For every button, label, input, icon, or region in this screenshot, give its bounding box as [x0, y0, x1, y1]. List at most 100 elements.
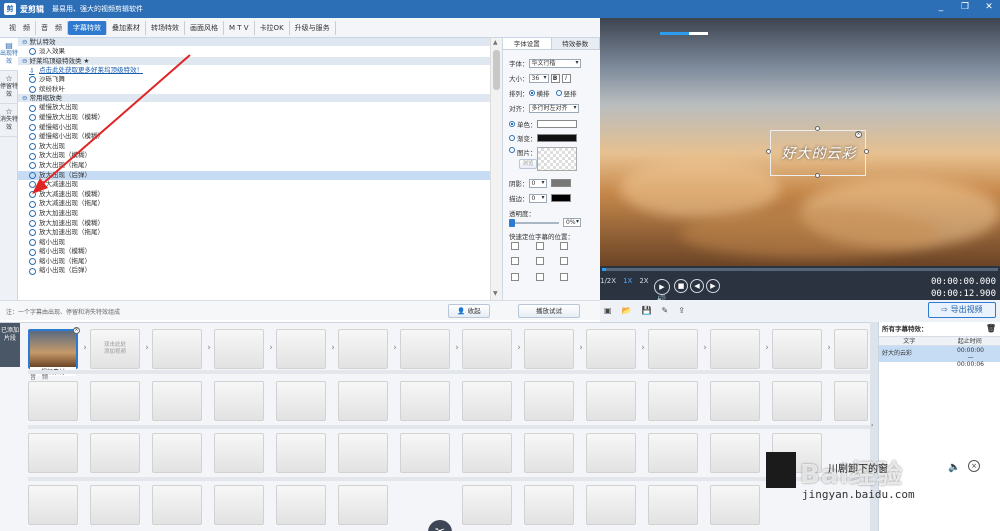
list-item[interactable]: 沙砾飞舞 [18, 75, 502, 85]
border-color[interactable] [550, 194, 571, 202]
list-item[interactable]: 缩小出现（模糊） [18, 247, 502, 257]
empty-clip-slot[interactable] [462, 433, 512, 473]
empty-clip-slot[interactable] [586, 329, 636, 369]
empty-clip-slot[interactable] [462, 485, 512, 525]
list-item[interactable]: 缓慢放大出现 [18, 103, 502, 113]
panel-collapse-strip[interactable]: › [870, 322, 878, 531]
list-item[interactable]: 放大出现（模糊） [18, 151, 502, 161]
speaker-icon[interactable]: 🔈 [948, 462, 960, 473]
empty-clip-slot[interactable] [276, 329, 326, 369]
empty-clip-slot[interactable] [648, 329, 698, 369]
empty-clip-slot[interactable] [338, 381, 388, 421]
empty-clip-slot[interactable] [90, 433, 140, 473]
empty-clip-slot[interactable] [648, 433, 698, 473]
empty-clip-slot[interactable] [338, 485, 388, 525]
pos-top-left[interactable] [511, 242, 519, 250]
tab-video[interactable]: 视 频 [4, 20, 36, 35]
added-clips-tab[interactable]: 已添加片段 [0, 323, 20, 367]
empty-clip-slot[interactable] [772, 329, 822, 369]
size-select[interactable]: 36 [528, 73, 549, 83]
empty-clip-slot[interactable] [28, 433, 78, 473]
screenshot-icon[interactable]: ▣ [604, 306, 612, 320]
empty-clip-slot[interactable] [772, 381, 822, 421]
empty-clip-slot[interactable] [338, 433, 388, 473]
tab-font-settings[interactable]: 字体设置 [503, 38, 552, 49]
empty-clip-slot[interactable] [338, 329, 388, 369]
list-item[interactable]: 放大出现（拖尾） [18, 161, 502, 171]
restore-icon[interactable]: ❐ [958, 2, 972, 12]
tab-subtitle-effects[interactable]: 字幕特效 [68, 20, 107, 35]
opacity-slider[interactable] [509, 218, 559, 227]
opacity-value[interactable]: 0% [563, 218, 581, 227]
pos-middle-left[interactable] [511, 257, 519, 266]
empty-clip-slot[interactable] [462, 381, 512, 421]
tab-transition[interactable]: 转场特效 [146, 20, 185, 35]
next-frame-icon[interactable]: ▶ [706, 279, 720, 293]
pos-bottom-center[interactable] [535, 272, 544, 281]
list-item[interactable]: 淡入效果 [18, 47, 502, 57]
empty-clip-slot[interactable] [710, 485, 760, 525]
save-icon[interactable]: 💾 [642, 306, 652, 320]
scissors-icon[interactable]: ✂ [428, 520, 452, 531]
empty-clip-slot[interactable] [586, 381, 636, 421]
mono-color-swatch[interactable] [536, 120, 577, 128]
volume-slider[interactable] [660, 32, 708, 35]
image-radio[interactable] [509, 147, 515, 153]
preview-button[interactable]: 播放试试 [518, 304, 580, 318]
empty-clip-slot[interactable] [524, 381, 574, 421]
add-clip-slot[interactable]: 双击此处 添加视频 [90, 329, 140, 369]
empty-clip-slot[interactable] [524, 485, 574, 525]
edit-icon[interactable]: ✎ [662, 306, 669, 320]
align-select[interactable]: 多行时左对齐 [528, 103, 579, 113]
empty-clip-slot[interactable] [214, 433, 264, 473]
caption-text[interactable]: 好大的云彩 [771, 143, 867, 163]
scroll-thumb[interactable] [493, 50, 500, 90]
empty-clip-slot[interactable] [214, 485, 264, 525]
resize-handle[interactable] [766, 149, 771, 154]
empty-clip-slot[interactable] [152, 485, 202, 525]
speed-half[interactable]: 1/2X [600, 277, 616, 285]
pos-center[interactable] [535, 257, 544, 266]
empty-clip-slot[interactable] [462, 329, 512, 369]
playback-progress[interactable] [602, 268, 998, 271]
caption-close-icon[interactable]: × [855, 131, 862, 138]
tab-karaoke[interactable]: 卡拉OK [255, 20, 290, 35]
shadow-color[interactable] [550, 179, 571, 187]
empty-clip-slot[interactable] [90, 381, 140, 421]
vertical-radio[interactable] [555, 90, 562, 96]
mono-color-radio[interactable] [509, 121, 515, 127]
resize-handle[interactable] [815, 126, 820, 131]
play-icon[interactable]: ▶ [654, 279, 670, 295]
list-item-selected[interactable]: 放大出现（后弹） [18, 170, 502, 181]
shadow-select[interactable]: 0 [528, 178, 547, 188]
empty-clip-slot[interactable] [276, 433, 326, 473]
list-item[interactable]: 放大加速出现（模糊） [18, 219, 502, 229]
effects-scrollbar[interactable]: ▲ ▼ [490, 38, 502, 300]
empty-clip-slot[interactable] [28, 485, 78, 525]
group-default[interactable]: ⊖ 默认特效 [18, 38, 502, 47]
folder-icon[interactable]: 📂 [622, 306, 632, 320]
list-item[interactable]: 放大减速出现（拖尾） [18, 199, 502, 209]
speed-1x[interactable]: 1X [623, 277, 632, 285]
tab-mtv[interactable]: M T V [224, 20, 255, 35]
minimize-icon[interactable]: _ [934, 2, 948, 12]
list-item[interactable]: 放大出现 [18, 142, 502, 152]
scroll-up-icon[interactable]: ▲ [493, 39, 498, 46]
image-preview[interactable] [536, 147, 577, 171]
tab-overlay[interactable]: 叠加素材 [107, 20, 146, 35]
delete-icon[interactable]: 🗑 [986, 322, 996, 336]
empty-clip-slot[interactable] [648, 381, 698, 421]
empty-clip-slot[interactable] [772, 433, 822, 473]
empty-clip-slot[interactable] [90, 485, 140, 525]
vtab-appear[interactable]: ▤ 出现特效 [0, 38, 18, 71]
tab-upgrade[interactable]: 升级与服务 [290, 20, 336, 35]
caption-box[interactable]: 好大的云彩 [770, 130, 866, 176]
resize-handle[interactable] [864, 149, 869, 154]
empty-clip-slot[interactable] [214, 329, 264, 369]
scroll-down-icon[interactable]: ▼ [493, 290, 498, 297]
empty-clip-slot[interactable] [524, 329, 574, 369]
group-zoom[interactable]: ⊖ 常用缩放类 [18, 94, 502, 104]
close-icon[interactable]: ✕ [982, 2, 996, 12]
subtitle-row[interactable]: 好大的云彩 00:00:00—00:00:06 [879, 346, 1000, 368]
italic-button[interactable]: I [561, 73, 571, 83]
